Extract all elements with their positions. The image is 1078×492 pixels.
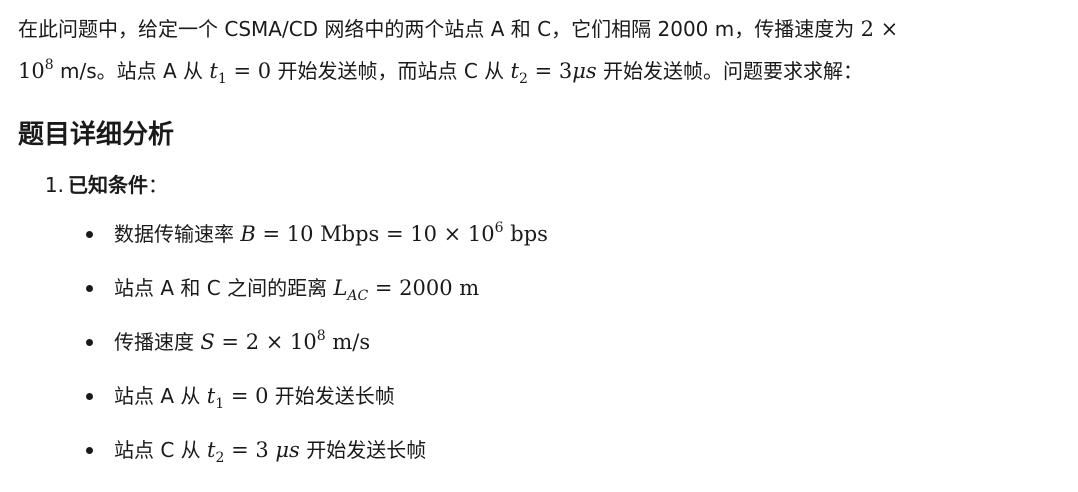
intro-speed-math: 108 xyxy=(18,57,54,83)
list-item-after: 开始发送长帧 xyxy=(299,438,427,462)
list-item-text: 站点 A 从 xyxy=(114,384,207,408)
math-eq: = 10 Mbps = 10 × 10 xyxy=(255,222,495,246)
math-sub: 1 xyxy=(215,396,225,412)
math-var: S xyxy=(200,330,215,354)
list-item-after: 开始发送长帧 xyxy=(268,384,395,408)
intro-t2-unit: μs xyxy=(572,59,597,83)
math-var: B xyxy=(240,222,256,246)
math-var: t xyxy=(207,438,216,462)
list-item-station-c: 站点 C 从 t2 = 3 μs 开始发送长帧 xyxy=(18,423,1060,477)
numbered-item-1: 1. 已知条件： xyxy=(18,167,1060,203)
list-item-station-a: 站点 A 从 t1 = 0 开始发送长帧 xyxy=(18,369,1060,423)
list-item-math: S = 2 × 108 m/s xyxy=(200,328,371,354)
math-unit: μs xyxy=(275,438,300,462)
bullet-icon xyxy=(86,285,93,292)
math-eq: = 2 × 10 xyxy=(214,330,317,354)
document-page: 在此问题中，给定一个 CSMA/CD 网络中的两个站点 A 和 C，它们相隔 2… xyxy=(0,0,1078,492)
intro-text-2c: 开始发送帧。问题要求求解： xyxy=(596,59,863,83)
intro-t2-sub: 2 xyxy=(518,71,528,87)
bullet-icon xyxy=(86,447,93,454)
section-title: 题目详细分析 xyxy=(18,120,175,150)
intro-t2-eq: = 3 xyxy=(527,59,573,83)
conditions-list: 数据传输速率 B = 10 Mbps = 10 × 106 bps 站点 A 和… xyxy=(18,207,1060,477)
math-eq: = 3 xyxy=(224,438,276,462)
list-item-text: 传播速度 xyxy=(114,330,201,354)
intro-t1-eq: = 0 xyxy=(226,59,272,83)
math-eq: = 0 xyxy=(224,384,269,408)
list-item-distance: 站点 A 和 C 之间的距离 LAC = 2000 m xyxy=(18,261,1060,315)
math-unit: bps xyxy=(503,222,548,246)
intro-text-1: 在此问题中，给定一个 CSMA/CD 网络中的两个站点 A 和 C，它们相隔 2… xyxy=(18,17,861,41)
list-item-text: 数据传输速率 xyxy=(114,222,241,246)
math-eq: = 2000 m xyxy=(368,276,480,300)
intro-line-1: 在此问题中，给定一个 CSMA/CD 网络中的两个站点 A 和 C，它们相隔 2… xyxy=(18,8,1060,50)
bullet-icon xyxy=(86,231,93,238)
intro-t1-sub: 1 xyxy=(217,71,227,87)
intro-t1-var: t xyxy=(209,59,218,83)
intro-t2-math: t2 = 3μs xyxy=(510,59,597,87)
item-number: 1. xyxy=(44,173,64,197)
math-sub: 2 xyxy=(215,450,225,466)
bullet-icon xyxy=(86,393,93,400)
bullet-icon xyxy=(86,339,93,346)
list-item-math: t2 = 3 μs xyxy=(207,438,300,466)
math-exp: 8 xyxy=(316,328,326,344)
list-item-math: LAC = 2000 m xyxy=(333,276,480,304)
math-sub: AC xyxy=(347,288,369,304)
intro-speed-base: 10 xyxy=(18,59,45,83)
list-item-rate: 数据传输速率 B = 10 Mbps = 10 × 106 bps xyxy=(18,207,1060,261)
intro-line-2: 108 m/s。站点 A 从 t1 = 0 开始发送帧，而站点 C 从 t2 =… xyxy=(18,50,1060,95)
list-item-speed: 传播速度 S = 2 × 108 m/s xyxy=(18,315,1060,369)
intro-paragraph: 在此问题中，给定一个 CSMA/CD 网络中的两个站点 A 和 C，它们相隔 2… xyxy=(18,8,1060,95)
item-colon: ： xyxy=(148,173,168,197)
list-item-text: 站点 C 从 xyxy=(114,438,208,462)
math-var: t xyxy=(206,384,216,408)
math-unit: m/s xyxy=(325,330,371,354)
intro-t2-var: t xyxy=(510,59,519,83)
list-item-math: B = 10 Mbps = 10 × 106 bps xyxy=(240,220,548,246)
intro-text-2a: m/s。站点 A 从 xyxy=(53,59,210,83)
intro-t1-math: t1 = 0 xyxy=(209,59,272,87)
math-var: L xyxy=(333,276,348,300)
list-item-math: t1 = 0 xyxy=(206,384,269,412)
list-item-text: 站点 A 和 C 之间的距离 xyxy=(114,276,334,300)
math-exp: 6 xyxy=(494,220,504,236)
intro-speed-exp: 8 xyxy=(44,57,54,73)
intro-math-1: 2 × xyxy=(860,17,899,41)
item-label: 已知条件 xyxy=(68,173,148,197)
intro-text-2b: 开始发送帧，而站点 C 从 xyxy=(271,59,511,83)
